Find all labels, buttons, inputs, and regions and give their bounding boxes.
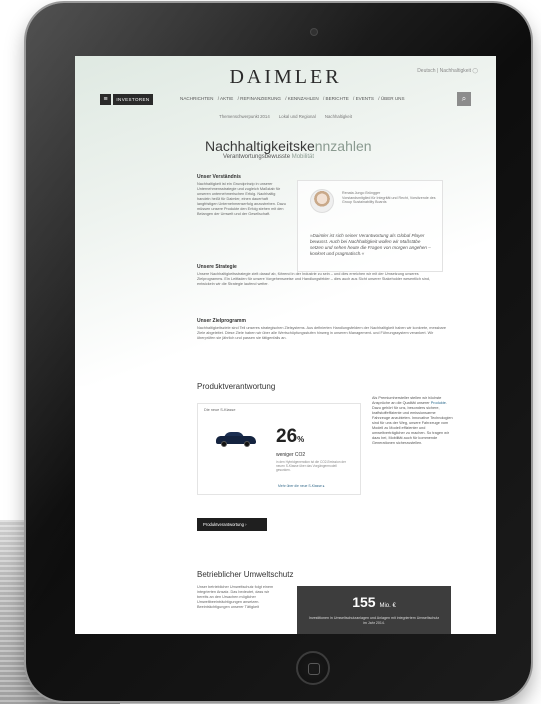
- product-note: in den Hybridgeneration ist die CO2-Emis…: [276, 460, 346, 472]
- product-more-link[interactable]: Mehr über die neue S-Klasse ▸: [278, 484, 325, 488]
- quote-card: Renata Jungo Brüngger Vorstandsmitglied …: [297, 180, 443, 272]
- subnav-item-nachhaltigkeit[interactable]: Nachhaltigkeit: [325, 114, 352, 119]
- product-value: 26: [276, 426, 298, 447]
- camera-icon: [311, 29, 317, 35]
- nav-item-kennzahlen[interactable]: / KENNZAHLEN: [285, 96, 318, 101]
- section-text-zielprogramm: Nachhaltigkeitsziele sind Teil unseres s…: [197, 326, 446, 340]
- section-heading-verstaendnis: Unser Verständnis: [197, 174, 241, 180]
- investor-button[interactable]: INVESTOREN: [113, 94, 153, 105]
- section-text-verstaendnis: Nachhaltigkeit ist ein Grundprinzip in u…: [197, 182, 286, 216]
- site-header: DAIMLER Deutsch | Nachhaltigkeit ◯ ≡ INV…: [75, 56, 496, 126]
- menu-icon[interactable]: ≡: [100, 94, 111, 105]
- product-card: Die neue S-Klasse 26% weniger CO2 in den…: [197, 403, 361, 495]
- quote-author: Renata Jungo Brüngger Vorstandsmitglied …: [342, 191, 437, 205]
- umwelt-text: Unser betrieblicher Umweltschutz folgt e…: [197, 585, 274, 609]
- search-icon[interactable]: ⌕: [457, 92, 471, 106]
- page-title: Nachhaltigkeitskennzahlen: [205, 138, 372, 154]
- section-text-strategie: Unsere Nachhaltigkeitsstrategie zielt da…: [197, 272, 431, 286]
- product-less-co2: weniger CO2: [276, 452, 306, 458]
- section-heading-zielprogramm: Unser Zielprogramm: [197, 318, 246, 324]
- investment-figure: 155 Mio. €: [297, 594, 451, 610]
- nav-item-ueber-uns[interactable]: / ÜBER UNS: [378, 96, 404, 101]
- nav-item-refinanzierung[interactable]: / REFINANZIERUNG: [238, 96, 281, 101]
- nav-item-events[interactable]: / EVENTS: [353, 96, 374, 101]
- home-button[interactable]: [296, 651, 330, 685]
- product-unit: %: [297, 435, 305, 444]
- language-switch[interactable]: Deutsch | Nachhaltigkeit ◯: [417, 68, 478, 74]
- subnav-item-themenschwerpunkt[interactable]: Themenschwerpunkt 2014: [219, 114, 270, 119]
- investment-caption: Investitionen in Umweltschutzanlagen und…: [308, 616, 440, 625]
- tablet-screen: DAIMLER Deutsch | Nachhaltigkeit ◯ ≡ INV…: [75, 56, 496, 634]
- page-title-light: nnzahlen: [314, 138, 372, 154]
- product-percent: 26%: [276, 426, 304, 448]
- quote-author-role: Vorstandsmitglied für Integrität und Rec…: [342, 195, 436, 205]
- main-menu-bar: ≡ INVESTOREN NACHRICHTEN / AKTIE / REFIN…: [100, 92, 471, 106]
- umwelt-heading: Betrieblicher Umweltschutz: [197, 570, 294, 579]
- nav-item-aktie[interactable]: / AKTIE: [218, 96, 234, 101]
- product-side-link[interactable]: Produkte: [431, 401, 446, 405]
- page-subtitle: Verantwortungsbewusste Mobilität: [223, 154, 314, 160]
- product-heading: Produktverantwortung: [197, 382, 276, 391]
- avatar: [310, 189, 334, 213]
- investment-unit: Mio. €: [379, 603, 396, 609]
- investment-value: 155: [352, 594, 376, 610]
- investment-card: 155 Mio. € Investitionen in Umweltschutz…: [297, 586, 451, 634]
- product-side-text-2: . Dazu gehört für uns, besonders sichere…: [372, 401, 453, 445]
- nav-item-berichte[interactable]: / BERICHTE: [323, 96, 349, 101]
- page-subtitle-dark: Verantwortungsbewusste: [223, 154, 292, 160]
- product-label: Die neue S-Klasse: [204, 408, 236, 412]
- car-image: [216, 432, 256, 447]
- quote-text: »Daimler ist sich seiner Verantwortung a…: [310, 233, 431, 256]
- section-heading-strategie: Unsere Strategie: [197, 264, 237, 270]
- main-nav: NACHRICHTEN / AKTIE / REFINANZIERUNG / K…: [180, 96, 408, 101]
- nav-item-nachrichten[interactable]: NACHRICHTEN: [180, 96, 213, 101]
- sub-navigation: Themenschwerpunkt 2014 Lokal und Regiona…: [75, 114, 496, 119]
- subnav-item-lokal[interactable]: Lokal und Regional: [279, 114, 316, 119]
- page-subtitle-light: Mobilität: [291, 154, 315, 160]
- product-side-text: Als Premiumhersteller stellen wir höchst…: [372, 396, 454, 446]
- page-title-dark: Nachhaltigkeitske: [205, 138, 315, 154]
- product-responsibility-button[interactable]: Produktverantwortung ›: [197, 518, 267, 531]
